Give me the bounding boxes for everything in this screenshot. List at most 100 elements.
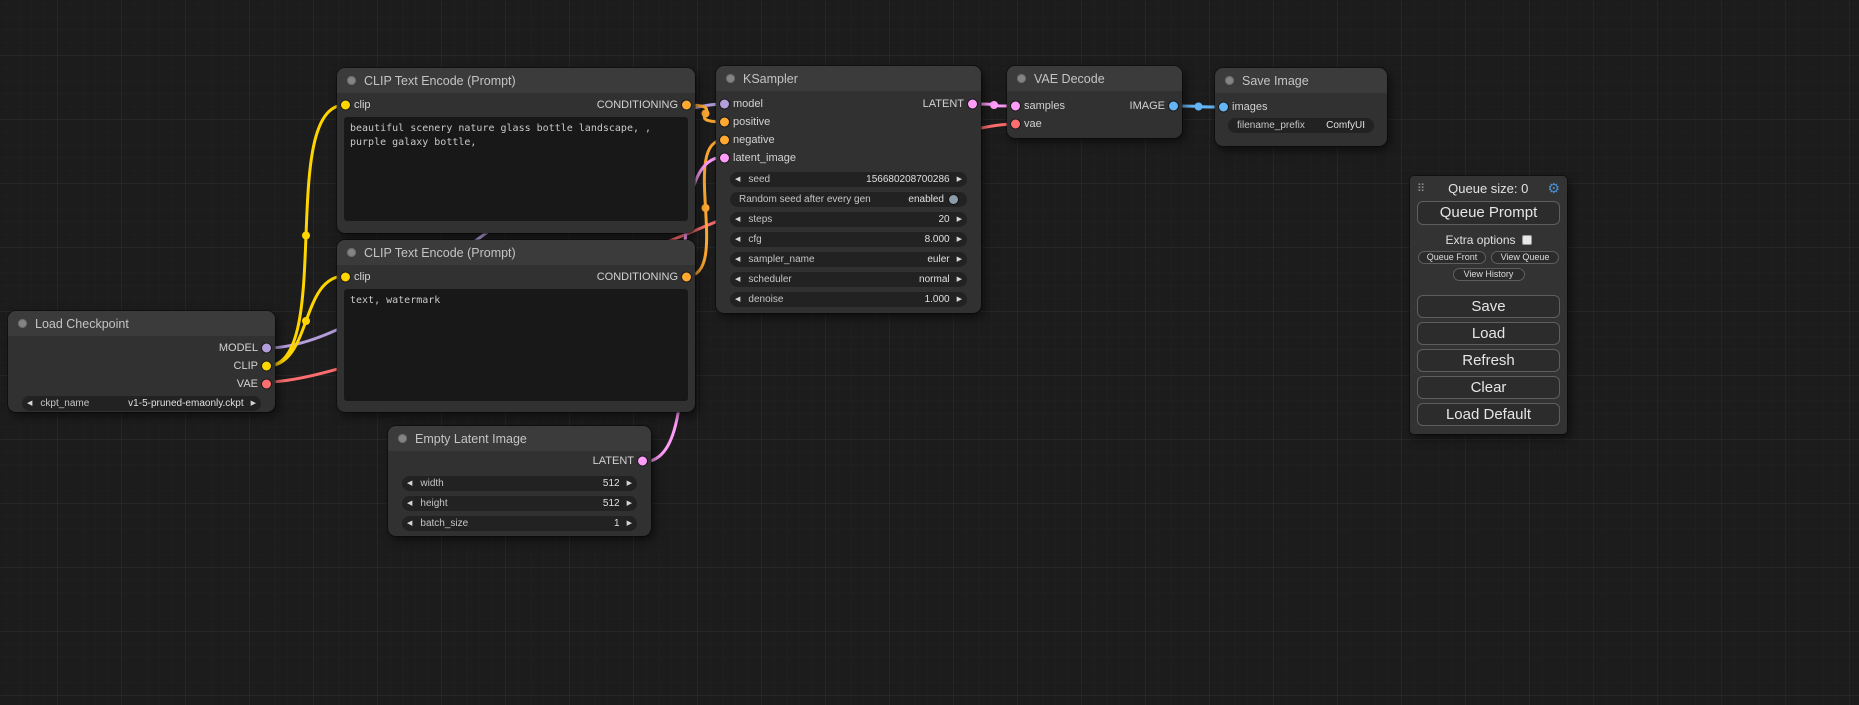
link-dot-image: [1195, 103, 1203, 111]
queue-front-button[interactable]: Queue Front: [1418, 251, 1486, 264]
arrow-right-icon[interactable]: ▶: [957, 216, 962, 223]
output-dot-vae[interactable]: [262, 380, 271, 389]
node-title-bar[interactable]: Load Checkpoint: [8, 311, 275, 336]
arrow-right-icon[interactable]: ▶: [957, 276, 962, 283]
widget-sampler-name[interactable]: ◀ sampler_name euler ▶: [730, 252, 967, 267]
slot-row-clip-conditioning: clip CONDITIONING: [337, 265, 695, 289]
input-slot-latent-image: latent_image: [716, 149, 981, 167]
arrow-left-icon[interactable]: ◀: [27, 400, 32, 407]
widget-steps[interactable]: ◀ steps 20 ▶: [730, 212, 967, 227]
input-dot-latent-image[interactable]: [720, 154, 729, 163]
widget-seed[interactable]: ◀ seed 156680208700286 ▶: [730, 172, 967, 187]
widget-ckpt-name[interactable]: ◀ ckpt_name v1-5-pruned-emaonly.ckpt ▶: [22, 396, 261, 411]
toggle-dot-icon[interactable]: [949, 195, 958, 204]
output-dot-model[interactable]: [262, 344, 271, 353]
node-clip-text-encode-negative[interactable]: CLIP Text Encode (Prompt) clip CONDITION…: [337, 240, 695, 412]
node-title-bar[interactable]: CLIP Text Encode (Prompt): [337, 240, 695, 265]
node-empty-latent-image[interactable]: Empty Latent Image LATENT ◀ width 512 ▶ …: [388, 426, 651, 536]
slot-area: model LATENT positive negative latent_im…: [716, 91, 981, 167]
node-title-bar[interactable]: Save Image: [1215, 68, 1387, 93]
extra-options-label: Extra options: [1445, 233, 1515, 247]
view-history-button[interactable]: View History: [1453, 268, 1525, 281]
arrow-right-icon[interactable]: ▶: [627, 500, 632, 507]
arrow-left-icon[interactable]: ◀: [735, 176, 740, 183]
arrow-right-icon[interactable]: ▶: [957, 296, 962, 303]
arrow-right-icon[interactable]: ▶: [957, 256, 962, 263]
node-vae-decode[interactable]: VAE Decode samples IMAGE vae: [1007, 66, 1182, 138]
arrow-left-icon[interactable]: ◀: [407, 500, 412, 507]
widget-scheduler[interactable]: ◀ scheduler normal ▶: [730, 272, 967, 287]
load-button[interactable]: Load: [1417, 322, 1560, 345]
collapse-dot-icon[interactable]: [398, 434, 407, 443]
prompt-textarea[interactable]: beautiful scenery nature glass bottle la…: [344, 117, 688, 221]
input-dot-images[interactable]: [1219, 103, 1228, 112]
extra-options-row: Extra options: [1410, 233, 1567, 247]
node-title-bar[interactable]: CLIP Text Encode (Prompt): [337, 68, 695, 93]
collapse-dot-icon[interactable]: [726, 74, 735, 83]
arrow-left-icon[interactable]: ◀: [735, 256, 740, 263]
output-dot-conditioning[interactable]: [682, 101, 691, 110]
output-dot-latent[interactable]: [968, 100, 977, 109]
slot-row-model-latent: model LATENT: [716, 95, 981, 113]
load-default-button[interactable]: Load Default: [1417, 403, 1560, 426]
save-button[interactable]: Save: [1417, 295, 1560, 318]
collapse-dot-icon[interactable]: [347, 248, 356, 257]
input-slot-negative: negative: [716, 131, 981, 149]
arrow-right-icon[interactable]: ▶: [957, 176, 962, 183]
output-dot-clip[interactable]: [262, 362, 271, 371]
arrow-left-icon[interactable]: ◀: [735, 276, 740, 283]
extra-options-checkbox[interactable]: [1522, 235, 1532, 245]
widget-height[interactable]: ◀ height 512 ▶: [402, 496, 637, 511]
drag-handle-icon[interactable]: ⠿: [1417, 182, 1425, 195]
prompt-textarea[interactable]: text, watermark: [344, 289, 688, 401]
output-slot-model: MODEL: [8, 339, 275, 357]
collapse-dot-icon[interactable]: [18, 319, 27, 328]
input-dot-clip[interactable]: [341, 101, 350, 110]
widget-denoise[interactable]: ◀ denoise 1.000 ▶: [730, 292, 967, 307]
node-save-image[interactable]: Save Image images filename_prefix ComfyU…: [1215, 68, 1387, 146]
output-dot-image[interactable]: [1169, 102, 1178, 111]
arrow-left-icon[interactable]: ◀: [735, 236, 740, 243]
queue-prompt-button[interactable]: Queue Prompt: [1417, 201, 1560, 225]
input-dot-model[interactable]: [720, 100, 729, 109]
input-dot-positive[interactable]: [720, 118, 729, 127]
arrow-left-icon[interactable]: ◀: [735, 296, 740, 303]
input-dot-negative[interactable]: [720, 136, 729, 145]
slot-area: samples IMAGE vae: [1007, 91, 1182, 133]
arrow-right-icon[interactable]: ▶: [251, 400, 256, 407]
widget-random-seed-toggle[interactable]: Random seed after every gen enabled: [730, 192, 967, 207]
collapse-dot-icon[interactable]: [1017, 74, 1026, 83]
refresh-button[interactable]: Refresh: [1417, 349, 1560, 372]
queue-size-label: Queue size: 0: [1429, 181, 1547, 196]
node-ksampler[interactable]: KSampler model LATENT positive negative …: [716, 66, 981, 313]
clear-button[interactable]: Clear: [1417, 376, 1560, 399]
view-queue-button[interactable]: View Queue: [1491, 251, 1559, 264]
widget-batch-size[interactable]: ◀ batch_size 1 ▶: [402, 516, 637, 531]
node-clip-text-encode-positive[interactable]: CLIP Text Encode (Prompt) clip CONDITION…: [337, 68, 695, 233]
input-slot-images: images: [1215, 98, 1387, 116]
input-dot-samples[interactable]: [1011, 102, 1020, 111]
widget-filename-prefix[interactable]: filename_prefix ComfyUI: [1228, 118, 1374, 133]
output-slot-latent: LATENT: [388, 451, 651, 471]
widget-width[interactable]: ◀ width 512 ▶: [402, 476, 637, 491]
input-dot-clip[interactable]: [341, 273, 350, 282]
node-title-bar[interactable]: Empty Latent Image: [388, 426, 651, 451]
node-title-bar[interactable]: KSampler: [716, 66, 981, 91]
arrow-right-icon[interactable]: ▶: [627, 520, 632, 527]
collapse-dot-icon[interactable]: [347, 76, 356, 85]
node-load-checkpoint[interactable]: Load Checkpoint MODEL CLIP VAE ◀ ckpt_na…: [8, 311, 275, 412]
input-dot-vae[interactable]: [1011, 120, 1020, 129]
link-dot-clip-positive: [302, 232, 310, 240]
arrow-left-icon[interactable]: ◀: [407, 520, 412, 527]
arrow-left-icon[interactable]: ◀: [407, 480, 412, 487]
collapse-dot-icon[interactable]: [1225, 76, 1234, 85]
output-dot-latent[interactable]: [638, 457, 647, 466]
node-title-bar[interactable]: VAE Decode: [1007, 66, 1182, 91]
output-dot-conditioning[interactable]: [682, 273, 691, 282]
arrow-left-icon[interactable]: ◀: [735, 216, 740, 223]
arrow-right-icon[interactable]: ▶: [957, 236, 962, 243]
arrow-right-icon[interactable]: ▶: [627, 480, 632, 487]
widget-cfg[interactable]: ◀ cfg 8.000 ▶: [730, 232, 967, 247]
queue-menu-panel: ⠿ Queue size: 0 ⚙ Queue Prompt Extra opt…: [1410, 176, 1567, 434]
settings-gear-icon[interactable]: ⚙: [1547, 181, 1560, 195]
